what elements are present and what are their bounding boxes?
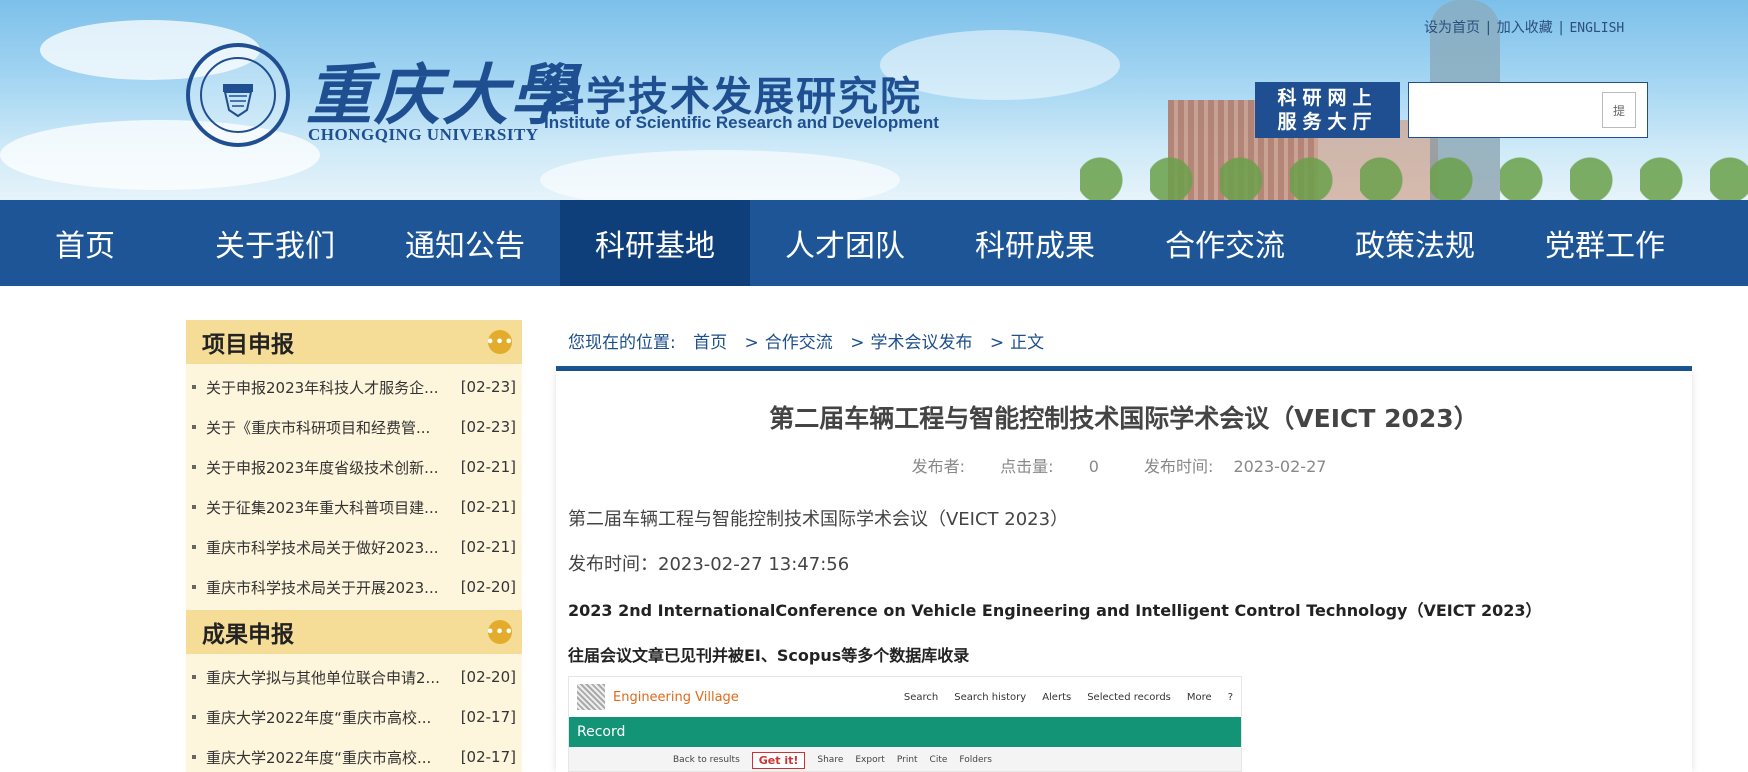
sidebar: 项目申报 ••• 关于申报2023年科技人才服务企... [02-23] 关于《重庆市科… xyxy=(186,320,522,772)
university-seal-logo[interactable] xyxy=(186,43,290,147)
sidebar-item-date: [02-23] xyxy=(460,378,516,396)
article-panel: 第二届车辆工程与智能控制技术国际学术会议（VEICT 2023） 发布者: 点击… xyxy=(556,371,1692,772)
bullet-icon xyxy=(192,545,196,549)
nav-item-6[interactable]: 合作交流 xyxy=(1130,200,1320,286)
bullet-icon xyxy=(192,755,196,759)
search-button[interactable]: 提 xyxy=(1602,92,1636,128)
bullet-icon xyxy=(192,585,196,589)
sidebar-list-item[interactable]: 重庆大学2022年度“重庆市高校... [02-17] xyxy=(186,737,522,772)
nav-item-4[interactable]: 人才团队 xyxy=(750,200,940,286)
trees-image xyxy=(1080,150,1748,200)
sidebar-list-item[interactable]: 关于申报2023年度省级技术创新... [02-21] xyxy=(186,447,522,487)
university-name-cn: 重庆大學 xyxy=(306,56,578,134)
breadcrumb: 您现在的位置: 首页 > 合作交流 > 学术会议发布 > 正文 xyxy=(568,333,1045,353)
nav-item-7[interactable]: 政策法规 xyxy=(1320,200,1510,286)
sidebar-list-item[interactable]: 重庆市科学技术局关于做好2023... [02-21] xyxy=(186,527,522,567)
sidebar-item-date: [02-21] xyxy=(460,458,516,476)
sidebar-section-title: 成果申报 xyxy=(202,622,294,648)
seal-emblem-icon xyxy=(223,84,253,118)
more-icon[interactable]: ••• xyxy=(486,620,513,644)
site-header: 重庆大學 CHONGQING UNIVERSITY 科学技术发展研究院 Inst… xyxy=(0,0,1748,200)
sidebar-list-item[interactable]: 关于《重庆市科研项目和经费管... [02-23] xyxy=(186,407,522,447)
help-icon: ? xyxy=(1227,691,1233,703)
article-screenshot-image: Engineering Village Search Search histor… xyxy=(568,676,1242,772)
ev-brand: Engineering Village xyxy=(613,689,739,705)
sidebar-item-title: 关于《重庆市科研项目和经费管... xyxy=(206,418,431,437)
breadcrumb-conferences[interactable]: 学术会议发布 xyxy=(870,333,972,353)
article-title: 第二届车辆工程与智能控制技术国际学术会议（VEICT 2023） xyxy=(769,404,1479,433)
english-link[interactable]: ENGLISH xyxy=(1569,21,1624,36)
sidebar-item-title: 重庆大学2022年度“重庆市高校... xyxy=(206,748,432,767)
bullet-icon xyxy=(192,465,196,469)
nav-item-9[interactable]: 资 xyxy=(1700,200,1748,286)
sidebar-item-title: 重庆大学2022年度“重庆市高校... xyxy=(206,708,432,727)
sidebar-list-item[interactable]: 关于征集2023年重大科普项目建... [02-21] xyxy=(186,487,522,527)
set-homepage-link[interactable]: 设为首页 xyxy=(1424,20,1480,36)
sidebar-section-title: 项目申报 xyxy=(202,332,294,358)
sidebar-section-header: 成果申报 ••• xyxy=(186,610,522,654)
article-meta: 发布者: 点击量: 0 发布时间: 2023-02-27 xyxy=(556,453,1692,477)
sidebar-list-item[interactable]: 重庆市科学技术局关于开展2023... [02-20] xyxy=(186,567,522,607)
sidebar-item-date: [02-17] xyxy=(460,748,516,766)
sidebar-list-item[interactable]: 重庆大学拟与其他单位联合申请2... [02-20] xyxy=(186,657,522,697)
sidebar-item-title: 关于申报2023年科技人才服务企... xyxy=(206,378,439,397)
elsevier-logo-icon xyxy=(577,684,605,710)
sidebar-list-item[interactable]: 重庆大学2022年度“重庆市高校... [02-17] xyxy=(186,697,522,737)
university-name-en: CHONGQING UNIVERSITY xyxy=(308,125,539,144)
article-paragraph: 往届会议文章已见刊并被EI、Scopus等多个数据库收录 xyxy=(568,646,970,665)
broken-image-icon: 提 xyxy=(1612,103,1625,118)
sidebar-section-header: 项目申报 ••• xyxy=(186,320,522,364)
research-service-hall-button[interactable]: 科研网上 服务大厅 xyxy=(1255,82,1400,138)
record-bar: Record xyxy=(569,717,1241,747)
meta-publisher: 发布者: xyxy=(911,457,965,476)
main-nav: 首页关于我们通知公告科研基地人才团队科研成果合作交流政策法规党群工作资 xyxy=(0,200,1748,286)
article-paragraph: 2023 2nd InternationalConference on Vehi… xyxy=(568,601,1542,620)
sidebar-item-date: [02-20] xyxy=(460,578,516,596)
bullet-icon xyxy=(192,675,196,679)
add-favorite-link[interactable]: 加入收藏 xyxy=(1497,20,1553,36)
sidebar-item-title: 关于申报2023年度省级技术创新... xyxy=(206,458,439,477)
nav-item-3[interactable]: 科研基地 xyxy=(560,200,750,286)
sidebar-item-title: 重庆市科学技术局关于做好2023... xyxy=(206,538,439,557)
sidebar-item-date: [02-21] xyxy=(460,538,516,556)
breadcrumb-home[interactable]: 首页 xyxy=(693,333,727,353)
bullet-icon xyxy=(192,425,196,429)
sidebar-item-date: [02-21] xyxy=(460,498,516,516)
sidebar-item-date: [02-23] xyxy=(460,418,516,436)
article-paragraph: 发布时间：2023-02-27 13:47:56 xyxy=(568,554,850,575)
article-paragraph: 第二届车辆工程与智能控制技术国际学术会议（VEICT 2023） xyxy=(568,509,1069,530)
breadcrumb-current: 正文 xyxy=(1010,333,1045,353)
breadcrumb-cooperation[interactable]: 合作交流 xyxy=(765,333,833,353)
meta-clicks: 点击量: 0 xyxy=(1000,457,1099,476)
nav-item-8[interactable]: 党群工作 xyxy=(1510,200,1700,286)
nav-item-5[interactable]: 科研成果 xyxy=(940,200,1130,286)
meta-date: 发布时间: 2023-02-27 xyxy=(1144,457,1327,476)
nav-item-0[interactable]: 首页 xyxy=(0,200,180,286)
sidebar-item-title: 关于征集2023年重大科普项目建... xyxy=(206,498,439,517)
breadcrumb-label: 您现在的位置: xyxy=(568,333,676,353)
sidebar-list-item[interactable]: 关于申报2023年科技人才服务企... [02-23] xyxy=(186,367,522,407)
bullet-icon xyxy=(192,505,196,509)
more-icon[interactable]: ••• xyxy=(486,330,513,354)
bullet-icon xyxy=(192,385,196,389)
top-links: 设为首页 | 加入收藏 | ENGLISH xyxy=(1424,20,1625,36)
bullet-icon xyxy=(192,715,196,719)
sidebar-item-date: [02-17] xyxy=(460,708,516,726)
sidebar-item-title: 重庆市科学技术局关于开展2023... xyxy=(206,578,439,597)
nav-item-2[interactable]: 通知公告 xyxy=(370,200,560,286)
nav-item-1[interactable]: 关于我们 xyxy=(180,200,370,286)
sidebar-item-title: 重庆大学拟与其他单位联合申请2... xyxy=(206,668,440,687)
institute-name-en: Institute of Scientific Research and Dev… xyxy=(544,113,939,132)
sidebar-item-date: [02-20] xyxy=(460,668,516,686)
